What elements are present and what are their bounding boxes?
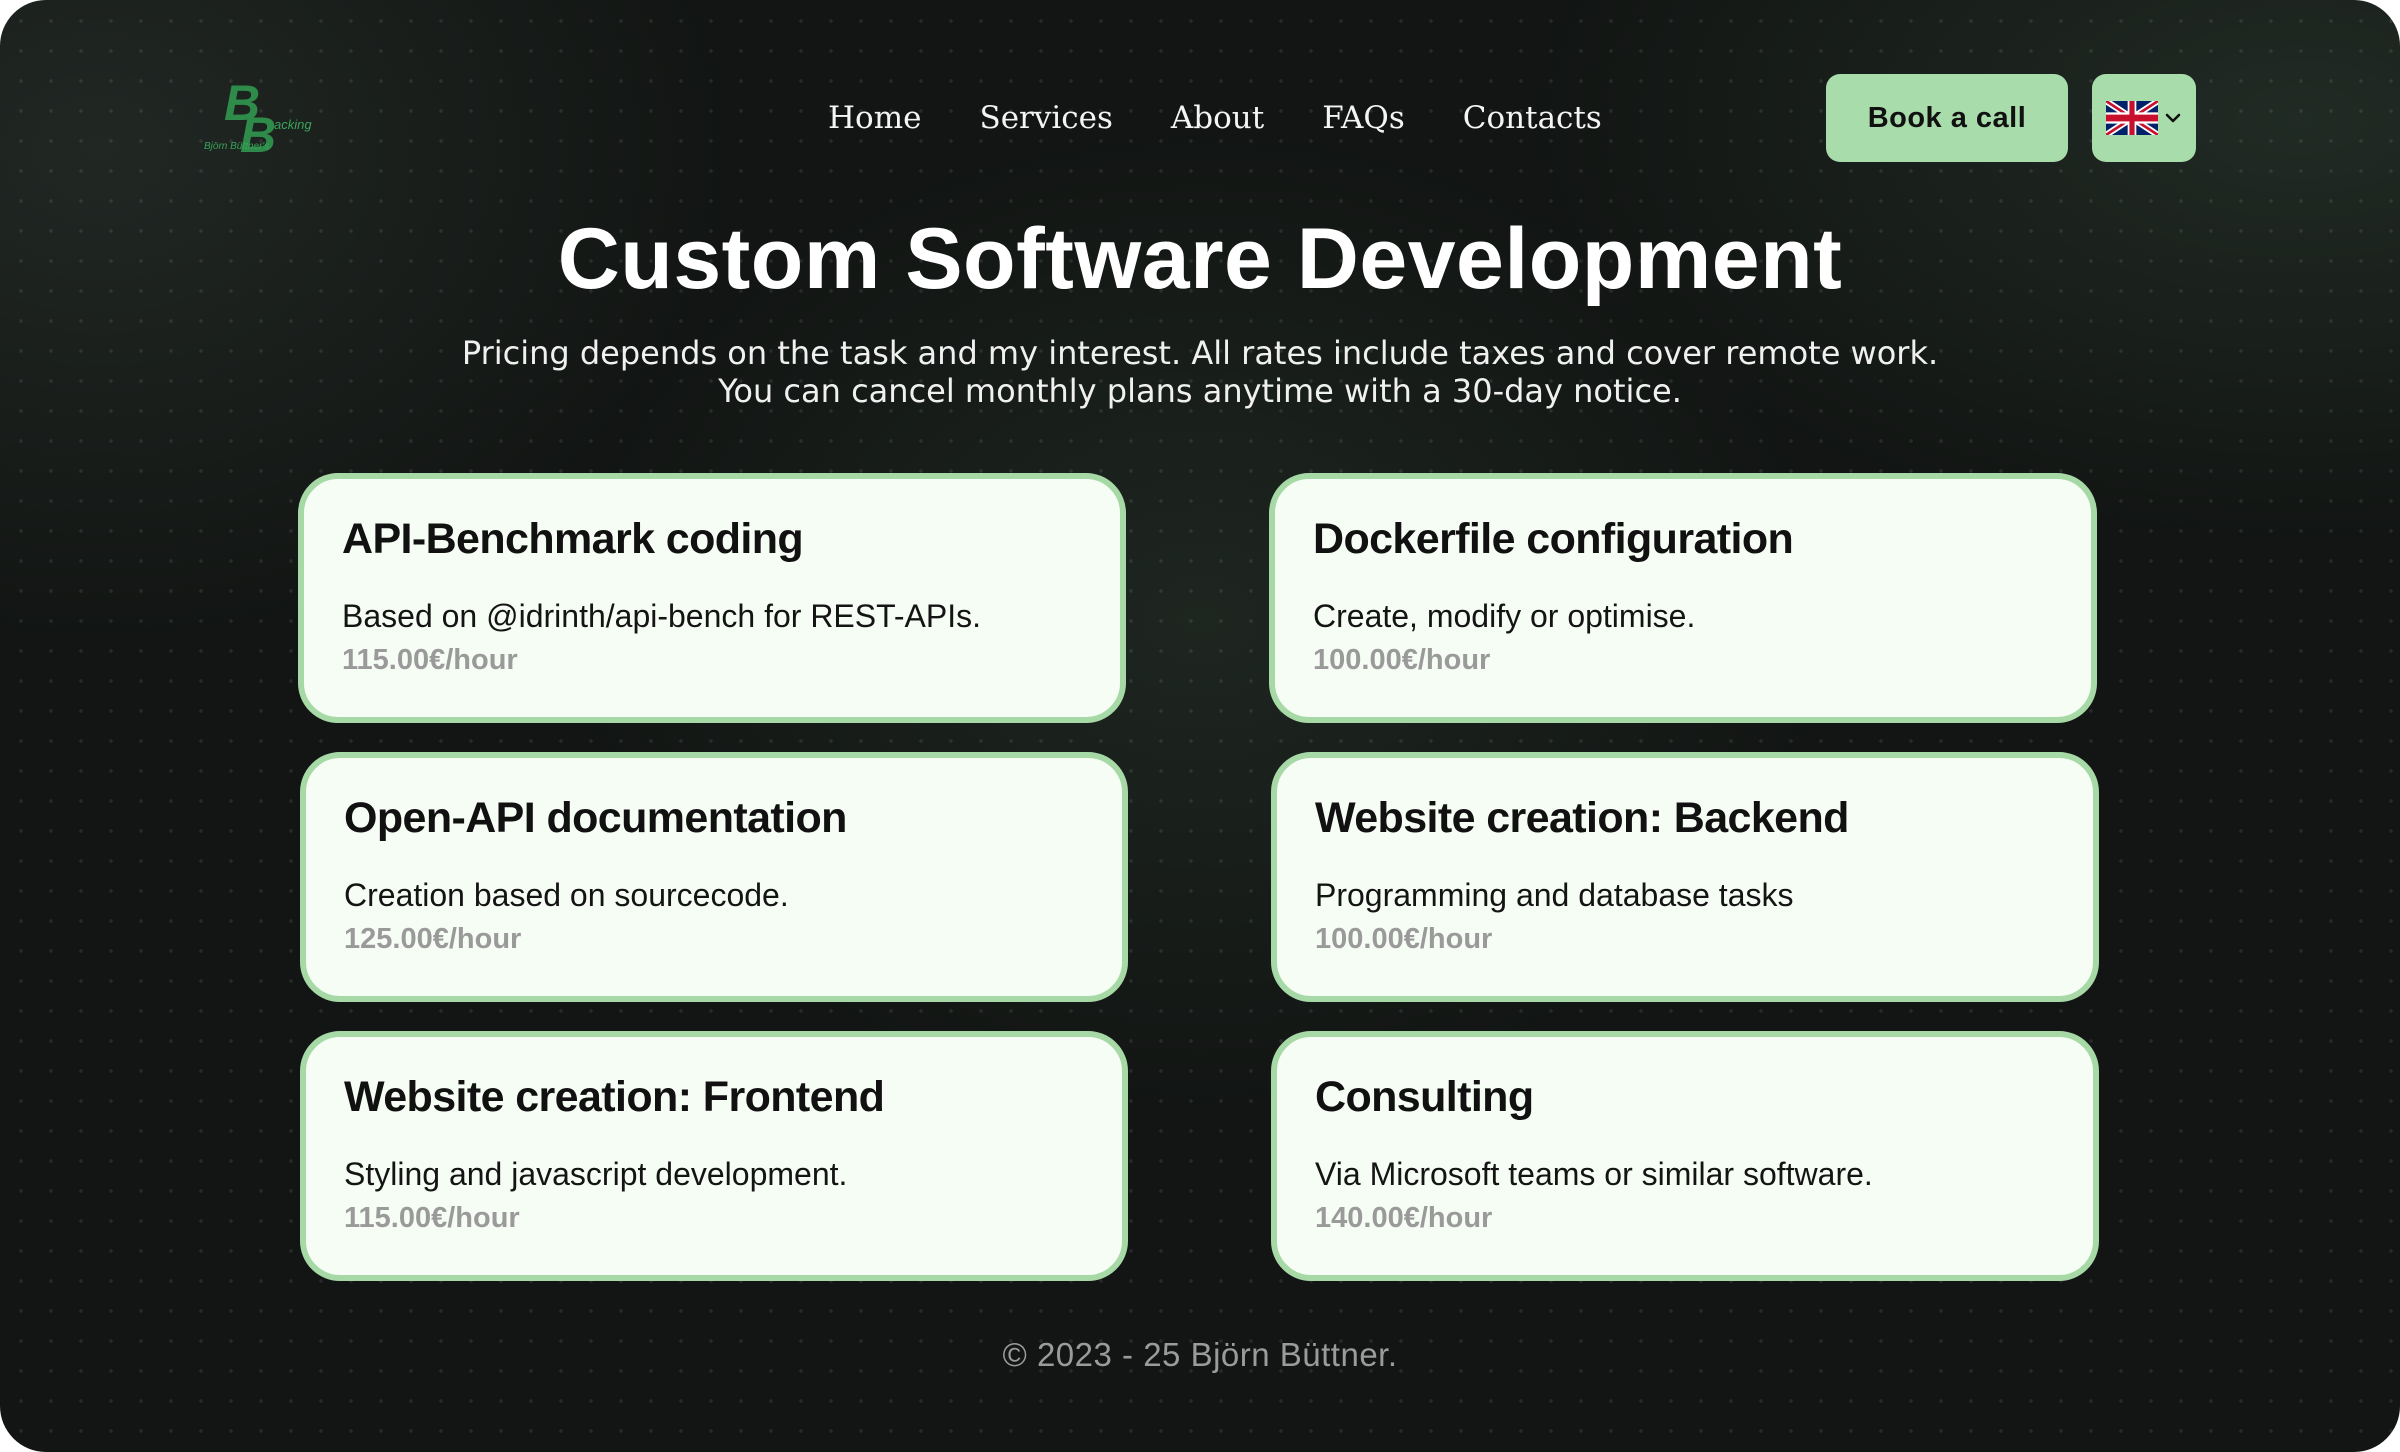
nav-services[interactable]: Services [979, 100, 1112, 136]
service-price: 125.00€/hour [344, 923, 522, 955]
service-card: Open-API documentation Creation based on… [300, 752, 1128, 1002]
page-subtitle: Pricing depends on the task and my inter… [0, 334, 2400, 410]
logo-icon: B B acking Björn Büttner's [204, 75, 312, 163]
book-a-call-button[interactable]: Book a call [1826, 74, 2068, 162]
service-title: API-Benchmark coding [342, 515, 804, 563]
nav-contacts[interactable]: Contacts [1463, 100, 1602, 136]
service-price: 115.00€/hour [342, 644, 518, 676]
subtitle-line-2: You can cancel monthly plans anytime wit… [718, 372, 1682, 410]
nav-home[interactable]: Home [828, 100, 921, 136]
page-frame: B B acking Björn Büttner's Home Services… [0, 0, 2400, 1452]
service-description: Create, modify or optimise. [1313, 598, 1696, 634]
service-card: Website creation: Frontend Styling and j… [300, 1031, 1128, 1281]
svg-text:B: B [240, 107, 276, 160]
service-description: Based on @idrinth/api-bench for REST-API… [342, 598, 982, 634]
nav-faqs[interactable]: FAQs [1322, 100, 1405, 136]
nav-about[interactable]: About [1171, 100, 1264, 136]
uk-flag-icon [2106, 101, 2158, 135]
logo-owner-text: Björn Büttner's [204, 141, 269, 152]
service-card: Website creation: Backend Programming an… [1271, 752, 2099, 1002]
logo-wing-text: acking [274, 117, 312, 132]
service-title: Website creation: Frontend [344, 1073, 885, 1121]
service-title: Dockerfile configuration [1313, 515, 1794, 563]
service-price: 115.00€/hour [344, 1202, 520, 1234]
service-card: Consulting Via Microsoft teams or simila… [1271, 1031, 2099, 1281]
subtitle-line-1: Pricing depends on the task and my inter… [461, 334, 1939, 372]
page-title: Custom Software Development [557, 211, 1843, 307]
service-description: Styling and javascript development. [344, 1156, 848, 1192]
chevron-down-icon [2165, 113, 2181, 123]
service-price: 100.00€/hour [1315, 923, 1493, 955]
service-description: Via Microsoft teams or similar software. [1315, 1156, 1873, 1192]
site-logo[interactable]: B B acking Björn Büttner's [196, 75, 326, 163]
language-selector[interactable] [2092, 74, 2196, 162]
service-description: Creation based on sourcecode. [344, 877, 789, 913]
footer-copyright: © 2023 - 25 Björn Büttner. [1002, 1336, 1398, 1373]
service-title: Website creation: Backend [1315, 794, 1849, 842]
service-price: 100.00€/hour [1313, 644, 1491, 676]
service-card: Dockerfile configuration Create, modify … [1269, 473, 2097, 723]
service-title: Consulting [1315, 1073, 1534, 1121]
service-price: 140.00€/hour [1315, 1202, 1493, 1234]
main-nav: Home Services About FAQs Contacts [828, 100, 1602, 136]
service-card: API-Benchmark coding Based on @idrinth/a… [298, 473, 1126, 723]
service-description: Programming and database tasks [1315, 877, 1794, 913]
service-title: Open-API documentation [344, 794, 847, 842]
